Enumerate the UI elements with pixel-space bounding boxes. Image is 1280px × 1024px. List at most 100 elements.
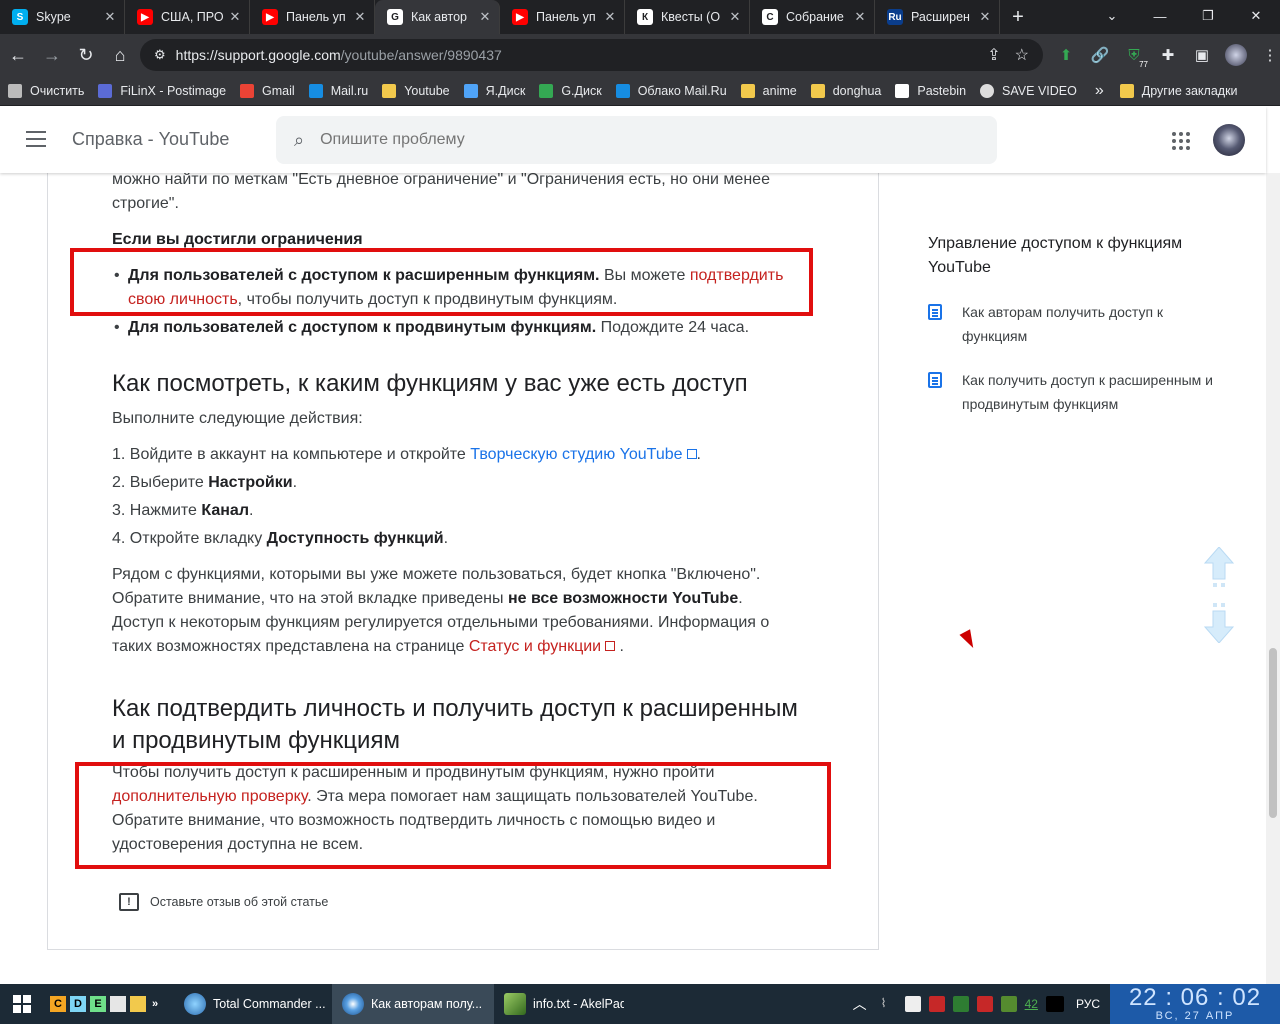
forward-button[interactable]: → <box>36 39 68 71</box>
quick-launch: C D E » <box>50 996 160 1012</box>
bookmark-item[interactable]: Pastebin <box>895 83 966 98</box>
share-icon[interactable]: ⇪ <box>987 45 1000 65</box>
monitor-tray-icon[interactable] <box>976 996 993 1012</box>
language-indicator[interactable]: РУС <box>1076 997 1100 1011</box>
search-input[interactable] <box>320 131 921 149</box>
chevron-right-icon[interactable]: » <box>150 996 160 1012</box>
puzzle-icon[interactable]: ✚ <box>1154 39 1182 71</box>
sidebar-related: Управление доступом к функциям YouTube К… <box>928 232 1218 416</box>
tab-strip: S Skype ✕ ▶ США, ПРО ✕ ▶ Панель уп ✕ G Как автор ✕ ▶… <box>0 0 1280 34</box>
black-tray-icon[interactable] <box>1045 996 1064 1012</box>
address-bar[interactable]: ⚙ https://support.google.com/youtube/ans… <box>140 39 1043 71</box>
minimize-button[interactable]: — <box>1136 0 1184 32</box>
scroll-arrows-icon[interactable] <box>1204 547 1234 643</box>
close-tab-icon[interactable]: ✕ <box>977 9 993 25</box>
sidebar-item-creator-access[interactable]: Как авторам получить доступ к функциям <box>928 300 1218 348</box>
bookmark-item[interactable]: Mail.ru <box>308 83 368 98</box>
menu-hamburger-icon[interactable] <box>26 131 46 147</box>
upload-extension-icon[interactable]: ⬆ <box>1052 39 1080 71</box>
browser-tab[interactable]: К Квесты (О ✕ <box>625 0 750 34</box>
bookmark-item[interactable]: donghua <box>810 83 881 98</box>
feedback-link[interactable]: ! Оставьте отзыв об этой статье <box>119 893 328 911</box>
page-scrollbar[interactable] <box>1266 173 1280 984</box>
step-text: Нажмите <box>129 502 202 519</box>
document-shortcut-icon[interactable] <box>110 996 126 1012</box>
additional-verification-link[interactable]: дополнительную проверку <box>112 788 307 805</box>
site-info-icon[interactable]: ⚙ <box>154 47 166 63</box>
taskbar-task[interactable]: info.txt - AkelPad <box>494 984 624 1024</box>
tray-counter[interactable]: 42 <box>1025 997 1038 1011</box>
help-search-box[interactable]: ⌕ <box>276 116 997 164</box>
browser-tab[interactable]: S Skype ✕ <box>0 0 125 34</box>
taskbar-task[interactable]: Total Commander ... <box>174 984 332 1024</box>
browser-tab[interactable]: ▶ Панель уп ✕ <box>500 0 625 34</box>
bookmark-item[interactable]: Очистить <box>8 83 84 98</box>
bookmarks-overflow-button[interactable]: » <box>1095 82 1104 100</box>
drive-e-icon[interactable]: E <box>90 996 106 1012</box>
monitor-tray-icon[interactable] <box>1000 996 1017 1012</box>
attachment-tray-icon[interactable]: ⌇ <box>881 996 897 1012</box>
new-tab-button[interactable]: + <box>1000 0 1036 34</box>
browser-tab[interactable]: G Как автор ✕ <box>375 0 500 34</box>
folder-shortcut-icon[interactable] <box>130 996 146 1012</box>
external-link-icon <box>686 449 697 459</box>
page-title[interactable]: Справка - YouTube <box>72 129 229 150</box>
bookmark-item[interactable]: SAVE VIDEO <box>980 83 1077 98</box>
close-window-button[interactable]: ✕ <box>1232 0 1280 32</box>
status-features-link[interactable]: Статус и функции <box>469 638 616 655</box>
restore-button[interactable]: ❐ <box>1184 0 1232 32</box>
taskbar-task[interactable]: Как авторам полу... <box>332 984 494 1024</box>
bookmark-item[interactable]: anime <box>740 83 797 98</box>
close-tab-icon[interactable]: ✕ <box>352 9 368 25</box>
back-button[interactable]: ← <box>2 39 34 71</box>
side-panel-icon[interactable]: ▣ <box>1188 39 1216 71</box>
browser-tab[interactable]: Ru Расширен ✕ <box>875 0 1000 34</box>
step-number: 4. <box>112 530 126 547</box>
browser-tab[interactable]: С Собрание ✕ <box>750 0 875 34</box>
studio-link[interactable]: Творческую студию YouTube <box>470 446 697 463</box>
step-bold: Настройки <box>208 474 293 491</box>
notes-tray-icon[interactable] <box>904 996 921 1012</box>
extensions-area: ⬆ 🔗 ⛨ 77 ✚ ▣ ⋮ <box>1052 39 1280 71</box>
bookmark-item[interactable]: Youtube <box>382 83 450 98</box>
monitor-tray-icon[interactable] <box>952 996 969 1012</box>
close-tab-icon[interactable]: ✕ <box>602 9 618 25</box>
account-avatar[interactable] <box>1213 124 1245 156</box>
bookmark-item[interactable]: Облако Mail.Ru <box>615 83 727 98</box>
taskbar-clock[interactable]: 22 : 06 : 02 ВС, 27 АПР <box>1110 984 1280 1024</box>
availability-paragraph: Рядом с функциями, которыми вы уже может… <box>112 563 792 659</box>
link-extension-icon[interactable]: 🔗 <box>1086 39 1114 71</box>
close-tab-icon[interactable]: ✕ <box>852 9 868 25</box>
shield-extension-icon[interactable]: ⛨ 77 <box>1120 39 1148 71</box>
bookmark-item[interactable]: FiLinX - Postimage <box>98 83 227 98</box>
home-button[interactable]: ⌂ <box>104 39 136 71</box>
bookmark-item[interactable]: Я.Диск <box>463 83 525 98</box>
other-bookmarks-folder[interactable]: Другие закладки <box>1119 83 1238 98</box>
bookmark-item[interactable]: Gmail <box>240 83 295 98</box>
close-tab-icon[interactable]: ✕ <box>102 9 118 25</box>
apps-grid-icon[interactable] <box>1172 132 1190 150</box>
reload-button[interactable]: ↻ <box>70 39 102 71</box>
bookmark-item[interactable]: G.Диск <box>539 83 602 98</box>
drive-c-icon[interactable]: C <box>50 996 66 1012</box>
drive-d-icon[interactable]: D <box>70 996 86 1012</box>
chevron-down-icon[interactable]: ⌄ <box>1088 0 1136 32</box>
section-intro: Выполните следующие действия: <box>112 410 363 427</box>
bookmark-star-icon[interactable]: ☆ <box>1015 45 1029 65</box>
menu-kebab-icon[interactable]: ⋮ <box>1256 39 1280 71</box>
skype-icon: S <box>12 9 28 25</box>
search-icon[interactable]: ⌕ <box>294 130 304 151</box>
browser-tab[interactable]: ▶ Панель уп ✕ <box>250 0 375 34</box>
scrollbar-thumb[interactable] <box>1269 648 1277 818</box>
bookmark-label: FiLinX - Postimage <box>120 83 227 98</box>
close-tab-icon[interactable]: ✕ <box>227 9 243 25</box>
close-tab-icon[interactable]: ✕ <box>727 9 743 25</box>
chevron-up-icon[interactable]: ︿ <box>853 994 867 1014</box>
sidebar-item-extended-access[interactable]: Как получить доступ к расширенным и прод… <box>928 368 1218 416</box>
profile-avatar[interactable] <box>1222 39 1250 71</box>
browser-tab[interactable]: ▶ США, ПРО ✕ <box>125 0 250 34</box>
close-tab-icon[interactable]: ✕ <box>477 9 493 25</box>
start-button[interactable] <box>0 984 44 1024</box>
monitor-tray-icon[interactable] <box>928 996 945 1012</box>
para-text: Чтобы получить доступ к расширенным и пр… <box>112 764 715 781</box>
